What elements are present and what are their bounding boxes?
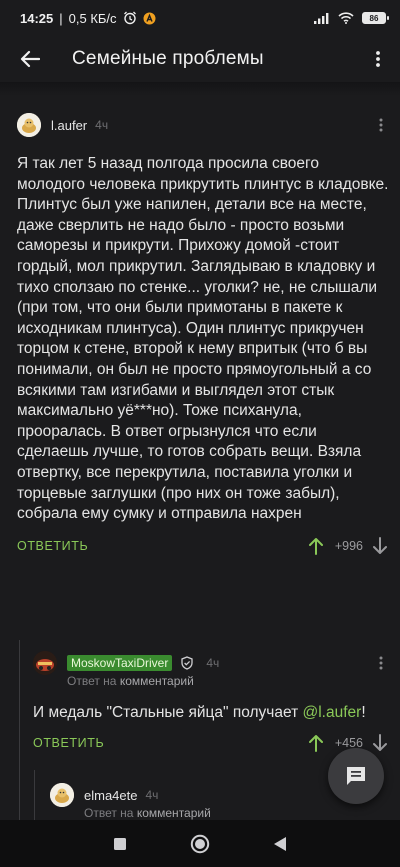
reply-to-target[interactable]: комментарий: [120, 674, 194, 688]
avatar[interactable]: [50, 783, 74, 807]
reply-to-target[interactable]: комментарий: [137, 806, 211, 820]
comment-time: 4ч: [145, 788, 159, 802]
battery-icon: 86: [362, 12, 389, 24]
back-button[interactable]: [18, 47, 42, 71]
reply-to-prefix: Ответ на: [84, 806, 134, 820]
wifi-icon: [338, 12, 354, 24]
reply-to-line: Ответ на комментарий: [84, 806, 389, 820]
downvote-button[interactable]: [371, 536, 389, 556]
square-icon: [114, 837, 126, 850]
circle-icon: [190, 834, 210, 853]
comment-header: l.aufer 4ч: [17, 110, 389, 140]
recents-button[interactable]: [108, 832, 132, 856]
comment: MoskowTaxiDriver 4ч Ответ на комментарий…: [33, 648, 389, 758]
page-title: Семейные проблемы: [72, 48, 264, 69]
thread-line: [34, 770, 35, 820]
comment-text-part: !: [361, 704, 366, 721]
user-mention[interactable]: @l.aufer: [303, 704, 362, 721]
comment-text: И медаль "Стальные яйца" получает @l.auf…: [33, 703, 389, 724]
system-nav-bar: [0, 820, 400, 867]
comment-author[interactable]: MoskowTaxiDriver: [67, 655, 173, 671]
more-options-button[interactable]: [368, 47, 388, 71]
status-bar: 14:25 | 0,5 КБ/с 86: [0, 0, 400, 36]
back-nav-button[interactable]: [268, 832, 292, 856]
arrow-up-icon: [308, 734, 323, 752]
status-time: 14:25: [20, 10, 54, 26]
arrow-up-icon: [308, 537, 323, 555]
upvote-button[interactable]: [307, 733, 325, 753]
arrow-back-icon: [20, 50, 40, 68]
downvote-button[interactable]: [371, 733, 389, 753]
more-vertical-icon: [376, 51, 380, 67]
reply-to-prefix: Ответ на: [67, 674, 117, 688]
comment-text-part: И медаль "Стальные яйца" получает: [33, 704, 303, 721]
alarm-icon: [123, 11, 137, 25]
avatar-image-icon: [33, 651, 57, 675]
reply-button[interactable]: ОТВЕТИТЬ: [17, 539, 88, 553]
comment-score: +996: [334, 538, 363, 553]
shield-icon: [180, 656, 194, 670]
more-vertical-icon: [379, 118, 383, 132]
home-button[interactable]: [188, 832, 212, 856]
avatar-image-icon: [17, 113, 41, 137]
arrow-down-icon: [373, 733, 387, 751]
avatar[interactable]: [17, 113, 41, 137]
more-vertical-icon: [379, 656, 383, 670]
avatar[interactable]: [33, 651, 57, 675]
app-bar: Семейные проблемы: [0, 36, 400, 82]
new-comment-button[interactable]: [328, 748, 384, 804]
reply-to-line: Ответ на комментарий: [67, 674, 389, 688]
thread-line: [19, 640, 20, 820]
comment-actions: ОТВЕТИТЬ +456: [33, 728, 389, 758]
comment-time: 4ч: [206, 656, 220, 670]
avatar-image-icon: [50, 783, 74, 807]
notification-a-icon: [143, 12, 156, 25]
comment-author[interactable]: l.aufer: [51, 118, 87, 133]
upvote-button[interactable]: [307, 536, 325, 556]
comment-author[interactable]: elma4ete: [84, 788, 137, 803]
toolbar-shadow: [0, 82, 400, 96]
reply-button[interactable]: ОТВЕТИТЬ: [33, 736, 104, 750]
comment-menu-button[interactable]: [373, 656, 389, 670]
comment: l.aufer 4ч Я так лет 5 назад полгода про…: [17, 110, 389, 561]
comment-text: Я так лет 5 назад полгода просила своего…: [17, 155, 389, 523]
comment-time: 4ч: [95, 118, 109, 132]
comment-actions: ОТВЕТИТЬ +996: [17, 531, 389, 561]
arrow-down-icon: [373, 536, 387, 554]
comment-icon: [347, 767, 365, 785]
status-separator: |: [59, 10, 63, 26]
battery-level: 86: [369, 13, 379, 23]
comment-menu-button[interactable]: [373, 118, 389, 132]
network-speed: 0,5 КБ/с: [68, 10, 117, 26]
signal-icon: [314, 12, 330, 24]
triangle-back-icon: [274, 836, 286, 851]
